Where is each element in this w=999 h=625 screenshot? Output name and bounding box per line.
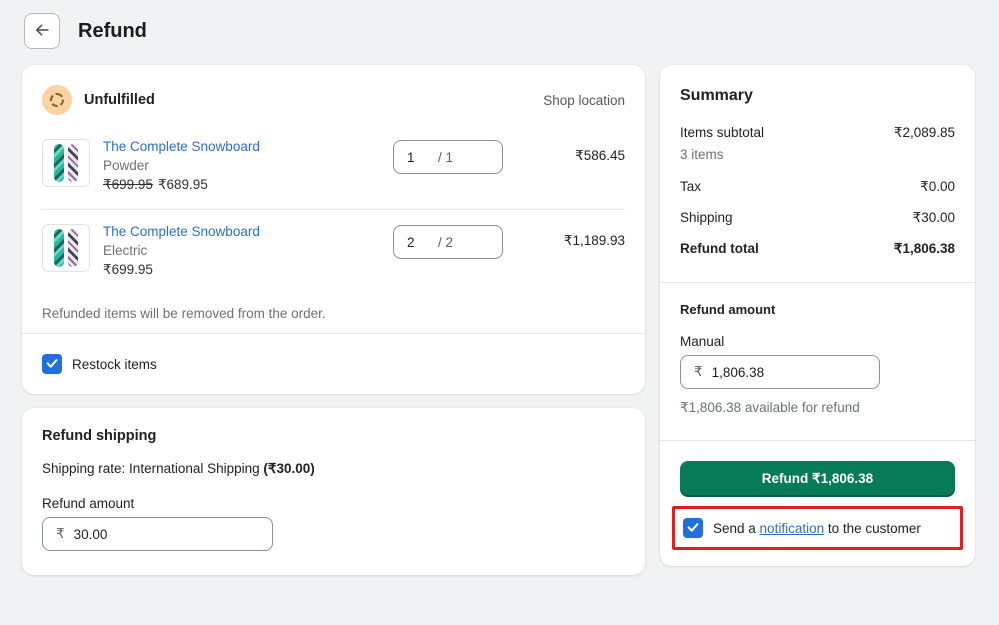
snowboard-image <box>54 144 64 182</box>
item-prices: ₹699.95 ₹689.95 <box>103 177 393 193</box>
snowboard-image <box>54 229 64 267</box>
refund-amount-section: Refund amount Manual ₹ 1,806.38 ₹1,806.3… <box>660 283 975 440</box>
shipping-rate-text: Shipping rate: International Shipping <box>42 461 263 476</box>
page-title: Refund <box>78 20 147 43</box>
available-for-refund-hint: ₹1,806.38 available for refund <box>680 400 955 416</box>
refund-shipping-card: Refund shipping Shipping rate: Internati… <box>22 408 645 575</box>
notification-link[interactable]: notification <box>760 521 825 536</box>
main-content: Unfulfilled Shop location The Complete S… <box>0 59 999 589</box>
line-refund-amount: ₹1,189.93 <box>519 224 625 258</box>
shipping-rate-line: Shipping rate: International Shipping (₹… <box>42 461 625 477</box>
notify-highlight-box: Send a notification to the customer <box>672 506 963 550</box>
summary-title: Summary <box>680 87 955 105</box>
line-item-electric: The Complete Snowboard Electric ₹699.95 … <box>42 209 625 294</box>
items-subtotal-value: ₹2,089.85 <box>894 125 955 141</box>
snowboard-image <box>68 229 78 267</box>
shipping-value: ₹30.00 <box>913 210 955 226</box>
fulfillment-status-label: Unfulfilled <box>84 92 543 108</box>
restock-checkbox[interactable] <box>42 354 62 374</box>
variant-label: Powder <box>103 158 393 173</box>
refund-total-row: Refund total ₹1,806.38 <box>680 241 955 257</box>
snowboard-image <box>68 144 78 182</box>
notify-suffix: to the customer <box>824 521 921 536</box>
item-info: The Complete Snowboard Powder ₹699.95 ₹68… <box>103 139 393 193</box>
refund-total-value: ₹1,806.38 <box>894 241 955 257</box>
shipping-refund-amount-value: 30.00 <box>74 527 108 542</box>
left-column: Unfulfilled Shop location The Complete S… <box>22 65 645 575</box>
shop-location-label: Shop location <box>543 93 625 108</box>
right-column: Summary Items subtotal ₹2,089.85 3 items… <box>660 65 975 566</box>
checkmark-icon <box>685 519 701 538</box>
variant-label: Electric <box>103 243 393 258</box>
product-title-link[interactable]: The Complete Snowboard <box>103 139 260 154</box>
shipping-rate-amount: (₹30.00) <box>263 461 314 476</box>
quantity-value: 2 <box>394 235 438 250</box>
current-price: ₹689.95 <box>158 177 208 192</box>
items-subtotal-label: Items subtotal <box>680 125 764 141</box>
refund-button[interactable]: Refund ₹1,806.38 <box>680 461 955 497</box>
shipping-refund-amount-label: Refund amount <box>42 496 625 511</box>
shipping-row: Shipping ₹30.00 <box>680 210 955 226</box>
items-subtotal-row: Items subtotal ₹2,089.85 <box>680 125 955 141</box>
back-button[interactable] <box>24 13 60 49</box>
arrow-left-icon <box>33 21 51 42</box>
unfulfilled-section: Unfulfilled Shop location The Complete S… <box>22 65 645 333</box>
refund-amount-heading: Refund amount <box>680 302 955 317</box>
product-title-link[interactable]: The Complete Snowboard <box>103 224 260 239</box>
quantity-total: / 2 <box>438 235 453 250</box>
refund-total-label: Refund total <box>680 241 759 257</box>
shipping-label: Shipping <box>680 210 733 226</box>
manual-refund-amount-input[interactable]: ₹ 1,806.38 <box>680 355 880 389</box>
manual-refund-amount-value: 1,806.38 <box>712 365 765 380</box>
unfulfilled-status-icon <box>42 85 72 115</box>
tax-value: ₹0.00 <box>920 179 955 195</box>
quantity-value: 1 <box>394 150 438 165</box>
tax-label: Tax <box>680 179 701 195</box>
dashed-circle-icon <box>50 93 64 107</box>
product-thumbnail <box>42 224 90 272</box>
line-item-powder: The Complete Snowboard Powder ₹699.95 ₹68… <box>42 125 625 209</box>
tax-row: Tax ₹0.00 <box>680 179 955 195</box>
item-prices: ₹699.95 <box>103 262 393 278</box>
restock-label: Restock items <box>72 357 157 372</box>
items-count: 3 items <box>680 147 955 162</box>
summary-card: Summary Items subtotal ₹2,089.85 3 items… <box>660 65 975 566</box>
line-refund-amount: ₹586.45 <box>519 139 625 173</box>
quantity-total: / 1 <box>438 150 453 165</box>
currency-prefix: ₹ <box>43 526 74 542</box>
send-notification-checkbox[interactable] <box>683 518 703 538</box>
manual-label: Manual <box>680 334 955 349</box>
current-price: ₹699.95 <box>103 262 153 277</box>
unfulfilled-card: Unfulfilled Shop location The Complete S… <box>22 65 645 394</box>
send-notification-label: Send a notification to the customer <box>713 521 921 536</box>
summary-section: Summary Items subtotal ₹2,089.85 3 items… <box>660 65 975 282</box>
page-header: Refund <box>0 0 999 59</box>
item-info: The Complete Snowboard Electric ₹699.95 <box>103 224 393 278</box>
refund-shipping-title: Refund shipping <box>42 428 625 444</box>
original-price: ₹699.95 <box>103 177 153 192</box>
product-thumbnail <box>42 139 90 187</box>
shipping-refund-amount-input[interactable]: ₹ 30.00 <box>42 517 273 551</box>
refund-note: Refunded items will be removed from the … <box>42 294 625 323</box>
checkmark-icon <box>44 355 60 374</box>
currency-prefix: ₹ <box>681 364 712 380</box>
notify-prefix: Send a <box>713 521 760 536</box>
refund-quantity-input[interactable]: 2 / 2 <box>393 225 503 259</box>
refund-quantity-input[interactable]: 1 / 1 <box>393 140 503 174</box>
fulfillment-header: Unfulfilled Shop location <box>42 85 625 115</box>
refund-action-section: Refund ₹1,806.38 Send a notification to … <box>660 441 975 566</box>
restock-section: Restock items <box>22 334 645 394</box>
